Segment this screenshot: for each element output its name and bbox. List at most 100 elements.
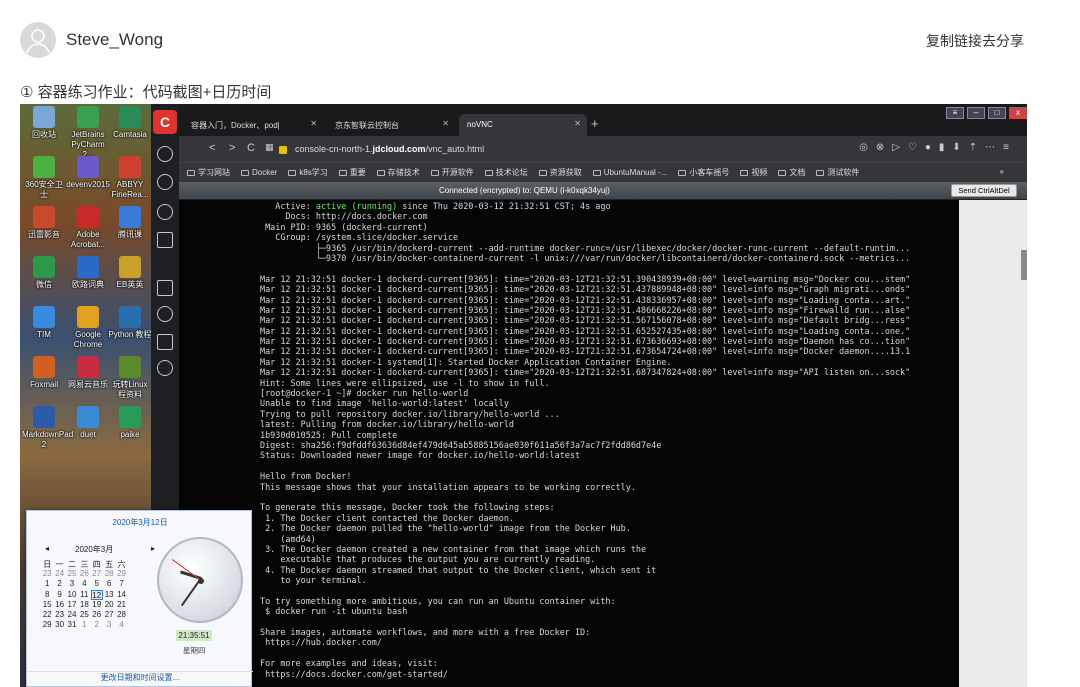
tab-novnc[interactable]: noVNC ✕ (459, 114, 587, 136)
calendar-day[interactable]: 26 (91, 610, 103, 620)
desktop-icon[interactable]: TIM (22, 306, 66, 340)
desktop-icon[interactable]: Adobe Acrobat... (66, 206, 110, 250)
calendar-day[interactable]: 2 (91, 620, 103, 630)
calendar-day[interactable]: 24 (66, 610, 78, 620)
calendar-day[interactable]: 21 (115, 600, 127, 610)
calendar-day[interactable]: 14 (115, 590, 127, 600)
close-icon[interactable]: ✕ (310, 119, 317, 128)
calendar-day[interactable]: 27 (91, 569, 103, 579)
back-icon[interactable]: < (209, 142, 215, 154)
bookmarks-more-icon[interactable]: » (1000, 167, 1004, 176)
terminal-output[interactable]: Active: active (running) since Thu 2020-… (179, 200, 959, 687)
calendar-day[interactable]: 9 (53, 590, 65, 600)
url-input[interactable]: console-cn-north-1.jdcloud.com/vnc_auto.… (279, 141, 819, 157)
apps-icon[interactable] (157, 280, 173, 296)
calendar-day[interactable]: 12 (90, 589, 103, 600)
tab-jdcloud-console[interactable]: 京东智联云控制台 ✕ (327, 114, 455, 136)
calendar-day[interactable]: 20 (103, 600, 115, 610)
calendar-day[interactable]: 28 (115, 610, 127, 620)
desktop-icon[interactable]: duet (66, 406, 110, 440)
bookmark-item[interactable]: 学习网站 (187, 168, 230, 177)
window-close-button[interactable]: x (1009, 107, 1027, 119)
calendar-day[interactable]: 27 (103, 610, 115, 620)
desktop-icon[interactable]: 网易云音乐 (66, 356, 110, 390)
close-icon[interactable]: ✕ (574, 119, 581, 128)
bookmark-item[interactable]: 测试软件 (816, 168, 859, 177)
bookmark-item[interactable]: 资源获取 (538, 168, 582, 177)
desktop-icon[interactable]: JetBrains PyCharm 2... (66, 106, 110, 160)
reload-icon[interactable]: C (247, 142, 255, 154)
clock-icon[interactable] (157, 360, 173, 376)
notes-icon[interactable] (157, 334, 173, 350)
calendar-day[interactable]: 25 (78, 610, 90, 620)
calendar-day[interactable]: 1 (41, 579, 53, 589)
desktop-icon[interactable]: Camtasia (108, 106, 152, 140)
calendar-day[interactable]: 17 (66, 600, 78, 610)
desktop-icon[interactable]: EB英英 (108, 256, 152, 290)
scrollbar-thumb[interactable] (1021, 250, 1027, 280)
calendar-month-title[interactable]: 2020年3月 (75, 544, 113, 555)
bookmark-item[interactable]: 开源软件 (430, 168, 474, 177)
desktop-icon[interactable]: 360安全卫士 (22, 156, 66, 200)
send-icon[interactable] (157, 232, 173, 248)
calendar-day[interactable]: 4 (115, 620, 127, 630)
share-link[interactable]: 复制链接去分享 (926, 31, 1024, 51)
calendar-day[interactable]: 31 (66, 620, 78, 630)
calendar-day[interactable]: 11 (78, 590, 90, 600)
calendar-day[interactable]: 25 (66, 569, 78, 579)
tab-docker-intro[interactable]: 容器入门，Docker、pod| ✕ (183, 114, 323, 136)
calendar-day[interactable]: 8 (41, 590, 53, 600)
chat-icon[interactable] (157, 146, 173, 162)
maximize-button[interactable]: □ (988, 107, 1006, 119)
desktop-icon[interactable]: 迅雷影音 (22, 206, 66, 240)
next-month-icon[interactable]: ▸ (151, 544, 155, 553)
bookmark-item[interactable]: 重要 (338, 168, 366, 177)
desktop-icon[interactable]: devenv2015 (66, 156, 110, 190)
desktop-icon[interactable]: Google Chrome (66, 306, 110, 350)
bookmark-item[interactable]: 小客车摇号 (678, 168, 729, 177)
bookmark-item[interactable]: 视频 (740, 168, 767, 177)
calendar-day[interactable]: 22 (41, 610, 53, 620)
calendar-day[interactable]: 18 (78, 600, 90, 610)
calendar-day[interactable]: 4 (78, 579, 90, 589)
calendar-day[interactable]: 6 (103, 579, 115, 589)
desktop-icon[interactable]: MarkdownPad 2 (22, 406, 73, 450)
calendar-day[interactable]: 26 (78, 569, 90, 579)
desktop-icon[interactable]: 腾讯课 (108, 206, 152, 240)
desktop-icon[interactable]: 玩转Linux 程资料 (108, 356, 152, 400)
calendar-day[interactable]: 24 (53, 569, 65, 579)
calendar-day[interactable]: 5 (91, 579, 103, 589)
menu-button[interactable]: ≡ (946, 107, 964, 119)
wechat-icon[interactable] (157, 174, 173, 190)
desktop-icon[interactable]: Python 教程 (108, 306, 152, 340)
new-tab-button[interactable]: + (591, 116, 599, 131)
close-icon[interactable]: ✕ (442, 119, 449, 128)
calendar-day[interactable]: 28 (103, 569, 115, 579)
calendar-day[interactable]: 3 (66, 579, 78, 589)
calendar-date-header[interactable]: 2020年3月12日 (27, 517, 253, 528)
calendar-day[interactable]: 30 (53, 620, 65, 630)
bookmark-item[interactable]: 技术论坛 (484, 168, 528, 177)
heart-icon[interactable] (157, 306, 173, 322)
desktop-icon[interactable]: paike (108, 406, 152, 440)
vertical-scrollbar[interactable] (959, 200, 1027, 687)
bookmark-item[interactable]: 文档 (778, 168, 805, 177)
desktop-icon[interactable]: Foxmail (22, 356, 66, 390)
bookmark-item[interactable]: Docker (241, 168, 277, 177)
calendar-day[interactable]: 23 (53, 610, 65, 620)
toolbar-icons[interactable]: ◎⊗▷♡●▮⬇⇡⋯≡ (859, 142, 1017, 153)
prev-month-icon[interactable]: ◂ (45, 544, 49, 553)
desktop-icon[interactable]: 欧路词典 (66, 256, 110, 290)
bookmark-item[interactable]: 存储技术 (376, 168, 420, 177)
calendar-day[interactable]: 2 (53, 579, 65, 589)
calendar-day[interactable]: 19 (91, 600, 103, 610)
calendar-day[interactable]: 3 (103, 620, 115, 630)
send-ctrl-alt-del-button[interactable]: Send CtrlAltDel (951, 184, 1017, 197)
calendar-day[interactable]: 10 (66, 590, 78, 600)
calendar-day[interactable]: 23 (41, 569, 53, 579)
calendar-day[interactable]: 16 (53, 600, 65, 610)
minimize-button[interactable]: – (967, 107, 985, 119)
bookmark-item[interactable]: UbuntuManual -... (592, 168, 667, 177)
calendar-day[interactable]: 29 (115, 569, 127, 579)
avatar[interactable] (20, 22, 56, 58)
